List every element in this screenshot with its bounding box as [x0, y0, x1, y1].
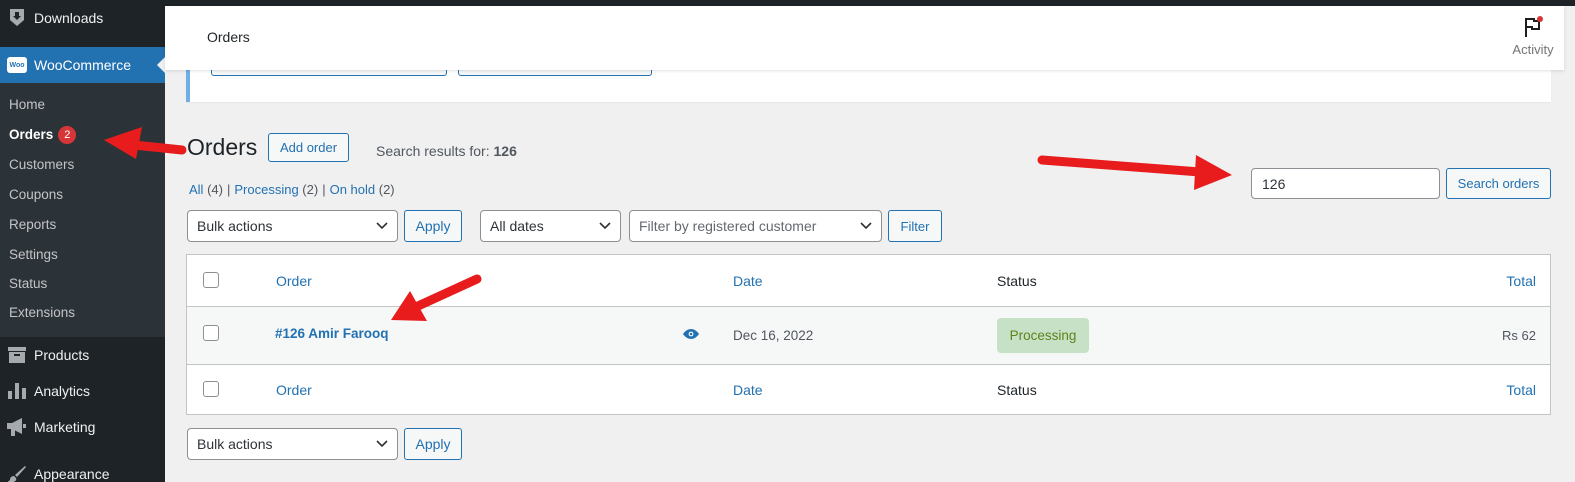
order-link[interactable]: #126 Amir Farooq [275, 326, 389, 341]
menu-item-label: Appearance [34, 466, 110, 482]
orders-table: Order Date Status Total #126 Amir Farooq… [186, 254, 1551, 415]
orders-count-badge: 2 [58, 126, 77, 144]
filter-separator: | [322, 182, 326, 197]
table-row[interactable]: #126 Amir Farooq Dec 16, 2022 Processing… [187, 307, 1550, 365]
woocommerce-logo: Woo [7, 57, 27, 73]
admin-sidebar: Downloads Woo WooCommerce Home Orders 2 C… [0, 0, 165, 482]
filter-count: (2) [378, 182, 395, 197]
submenu-item-orders[interactable]: Orders 2 [9, 125, 77, 145]
select-value: All dates [490, 218, 544, 234]
search-orders-input[interactable]: 126 [1251, 168, 1440, 199]
submenu-item-reports[interactable]: Reports [9, 215, 56, 235]
column-header-order[interactable]: Order [276, 273, 312, 289]
select-value: Bulk actions [197, 218, 273, 234]
menu-item-label: Downloads [34, 10, 104, 26]
status-badge: Processing [997, 318, 1089, 353]
menu-item-downloads[interactable]: Downloads [0, 0, 165, 36]
select-all-checkbox-footer[interactable] [203, 381, 219, 397]
submenu-item-label: Orders [9, 127, 54, 142]
activity-button[interactable]: Activity [1508, 16, 1558, 57]
column-footer-date[interactable]: Date [733, 382, 763, 398]
order-date: Dec 16, 2022 [733, 328, 814, 343]
column-footer-order[interactable]: Order [276, 382, 312, 398]
bulk-actions-select-bottom[interactable]: Bulk actions [187, 428, 398, 460]
bulk-actions-select[interactable]: Bulk actions [187, 210, 398, 242]
select-value: Bulk actions [197, 436, 273, 452]
filter-label: Processing [234, 182, 299, 197]
submenu-item-home[interactable]: Home [9, 95, 45, 115]
row-checkbox[interactable] [203, 325, 219, 341]
column-header-total[interactable]: Total [1506, 273, 1536, 289]
download-icon [0, 9, 34, 27]
add-order-button[interactable]: Add order [268, 133, 349, 162]
chevron-down-icon [376, 440, 388, 448]
filter-on-hold[interactable]: On hold (2) [330, 182, 395, 197]
column-footer-total[interactable]: Total [1506, 382, 1536, 398]
filter-processing[interactable]: Processing (2) [234, 182, 318, 197]
select-all-checkbox[interactable] [203, 272, 219, 288]
column-header-status: Status [997, 273, 1037, 289]
table-footer-row: Order Date Status Total [187, 365, 1550, 415]
chevron-down-icon [599, 222, 611, 230]
woocommerce-header: Orders Activity [165, 6, 1564, 70]
search-results-label: Search results for: 126 [376, 143, 517, 159]
menu-item-analytics[interactable]: Analytics [0, 373, 165, 409]
filter-all[interactable]: All (4) [189, 182, 223, 197]
menu-item-label: Products [34, 347, 90, 363]
page-title: Orders [187, 134, 258, 160]
submenu-item-coupons[interactable]: Coupons [9, 185, 63, 205]
chevron-down-icon [860, 222, 872, 230]
active-caret-icon [157, 57, 165, 73]
table-header-row: Order Date Status Total [187, 255, 1550, 307]
notification-dot [1537, 16, 1543, 22]
search-results-prefix: Search results for: [376, 143, 494, 159]
filter-separator: | [226, 182, 231, 197]
chevron-down-icon [376, 222, 388, 230]
menu-item-marketing[interactable]: Marketing [0, 409, 165, 445]
filter-button[interactable]: Filter [888, 210, 942, 242]
filter-count: (2) [302, 182, 319, 197]
flag-icon [1523, 16, 1543, 38]
menu-item-products[interactable]: Products [0, 337, 165, 373]
bar-chart-icon [0, 383, 34, 399]
apply-button-bottom[interactable]: Apply [404, 428, 462, 460]
menu-item-label: WooCommerce [34, 57, 131, 73]
submenu-item-customers[interactable]: Customers [9, 155, 74, 175]
submenu-item-extensions[interactable]: Extensions [9, 303, 75, 323]
arrow-to-search-box [1037, 155, 1232, 190]
customer-filter-select[interactable]: Filter by registered customer [629, 210, 882, 242]
submenu-item-status[interactable]: Status [9, 274, 47, 294]
filter-label: On hold [329, 182, 376, 197]
menu-item-appearance[interactable]: Appearance [0, 456, 165, 482]
select-placeholder: Filter by registered customer [639, 218, 817, 234]
filter-label: All [189, 182, 204, 197]
date-filter-select[interactable]: All dates [480, 210, 621, 242]
column-header-date[interactable]: Date [733, 273, 763, 289]
menu-item-label: Marketing [34, 419, 96, 435]
header-title: Orders [207, 29, 250, 45]
menu-item-woocommerce[interactable]: Woo WooCommerce [0, 47, 165, 83]
apply-button[interactable]: Apply [404, 210, 462, 242]
woocommerce-submenu: Home Orders 2 Customers Coupons Reports S… [0, 83, 165, 337]
menu-item-label: Analytics [34, 383, 91, 399]
filter-count: (4) [207, 182, 223, 197]
submenu-item-settings[interactable]: Settings [9, 245, 58, 265]
megaphone-icon [0, 418, 34, 436]
archive-icon [0, 347, 34, 363]
order-total: Rs 62 [1502, 328, 1536, 343]
eye-icon[interactable] [683, 329, 699, 339]
column-footer-status: Status [997, 382, 1037, 398]
woocommerce-icon: Woo [0, 57, 34, 73]
search-orders-button[interactable]: Search orders [1446, 168, 1551, 199]
brush-icon [0, 466, 34, 482]
search-results-query: 126 [493, 143, 517, 159]
status-filter-links: All (4) | Processing (2) | On hold (2) [189, 182, 395, 197]
activity-label: Activity [1512, 42, 1554, 57]
